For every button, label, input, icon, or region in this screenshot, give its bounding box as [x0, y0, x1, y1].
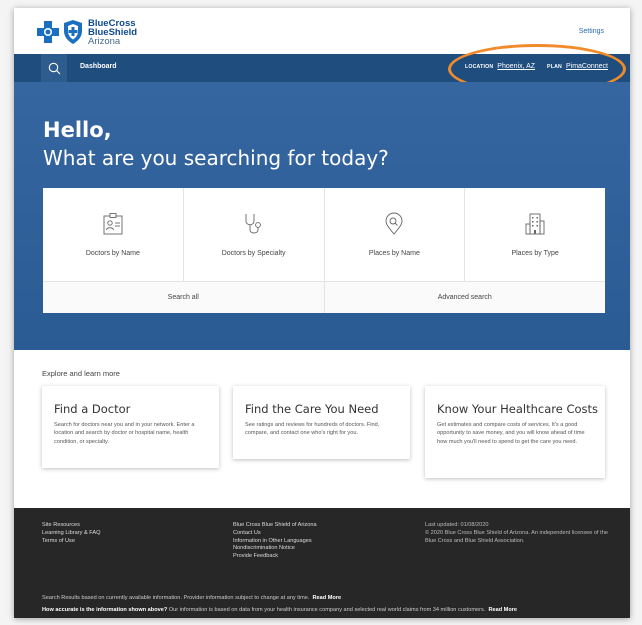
tile-label: Places by Type — [511, 250, 559, 257]
tile-doctors-by-specialty[interactable]: Doctors by Specialty — [184, 188, 325, 281]
tile-label: Doctors by Name — [85, 250, 140, 257]
footer-col-company: Blue Cross Blue Shield of Arizona Contac… — [233, 522, 317, 561]
footer-link[interactable]: Terms of Use — [42, 538, 100, 546]
copyright: © 2020 Blue Cross Blue Shield of Arizona… — [425, 529, 608, 544]
card-title: Find a Doctor — [54, 402, 131, 416]
blue-cross-icon — [36, 20, 60, 44]
building-icon — [525, 213, 545, 235]
id-card-icon — [103, 213, 123, 235]
card-find-a-doctor[interactable]: Find a Doctor Search for doctors near yo… — [42, 386, 219, 468]
search-all-button[interactable]: Search all — [43, 282, 325, 313]
footer-link[interactable]: Learning Library & FAQ — [42, 530, 100, 538]
tile-doctors-by-name[interactable]: Doctors by Name — [43, 188, 184, 281]
footer-note-1: Search Results based on currently availa… — [42, 595, 341, 601]
brand-line-3: Arizona — [88, 35, 121, 47]
tile-label: Places by Name — [368, 250, 420, 257]
last-updated: Last updated: 01/08/2020 — [425, 522, 489, 528]
explore-heading: Explore and learn more — [42, 369, 120, 378]
greeting: Hello, — [43, 118, 112, 142]
footer-link[interactable]: Contact Us — [233, 530, 317, 538]
card-title: Find the Care You Need — [245, 402, 379, 416]
tile-places-by-type[interactable]: Places by Type — [465, 188, 605, 281]
note-text: Our information is based on data from yo… — [167, 607, 486, 613]
site-footer: Site Resources Learning Library & FAQ Te… — [14, 508, 630, 618]
footer-link[interactable]: Site Resources — [42, 522, 100, 530]
blue-shield-icon — [64, 20, 82, 44]
stethoscope-icon — [245, 214, 261, 234]
settings-link[interactable]: Settings — [579, 28, 604, 35]
read-more-link[interactable]: Read More — [488, 607, 517, 613]
card-text: Search for doctors near you and in your … — [54, 422, 195, 445]
tile-label: Doctors by Specialty — [221, 250, 286, 257]
app-window: BlueCross BlueShield Arizona Settings Da… — [14, 8, 630, 618]
footer-col-legal: Last updated: 01/08/2020 © 2020 Blue Cro… — [425, 522, 610, 545]
card-title: Know Your Healthcare Costs — [437, 402, 599, 416]
nav-dashboard[interactable]: Dashboard — [80, 63, 117, 70]
hero-section: Hello, What are you searching for today?… — [14, 82, 630, 350]
tile-places-by-name[interactable]: Places by Name — [325, 188, 466, 281]
footer-link[interactable]: Blue Cross Blue Shield of Arizona — [233, 522, 317, 530]
brand-wordmark: BlueCross BlueShield Arizona — [88, 18, 137, 47]
note-question: How accurate is the information shown ab… — [42, 607, 168, 613]
note-text: Search Results based on currently availa… — [42, 595, 310, 601]
advanced-search-button[interactable]: Advanced search — [324, 282, 605, 313]
footer-link[interactable]: Information in Other Languages — [233, 538, 317, 546]
footer-note-2: How accurate is the information shown ab… — [42, 607, 517, 613]
read-more-link[interactable]: Read More — [313, 595, 342, 601]
footer-col-resources: Site Resources Learning Library & FAQ Te… — [42, 522, 100, 545]
card-text: See ratings and reviews for hundreds of … — [245, 422, 380, 437]
card-text: Get estimates and compare costs of servi… — [437, 422, 585, 445]
search-icon — [48, 62, 60, 74]
page-title: What are you searching for today? — [43, 146, 389, 170]
map-pin-search-icon — [385, 212, 403, 235]
search-panel: Doctors by Name Doctors by Specialty Pla… — [43, 188, 605, 313]
card-find-the-care[interactable]: Find the Care You Need See ratings and r… — [233, 386, 410, 459]
search-button[interactable] — [41, 54, 67, 82]
footer-link[interactable]: Provide Feedback — [233, 553, 317, 561]
bcbs-logo[interactable]: BlueCross BlueShield Arizona — [36, 15, 137, 49]
footer-link[interactable]: Nondiscrimination Notice — [233, 545, 317, 553]
card-healthcare-costs[interactable]: Know Your Healthcare Costs Get estimates… — [425, 386, 605, 478]
